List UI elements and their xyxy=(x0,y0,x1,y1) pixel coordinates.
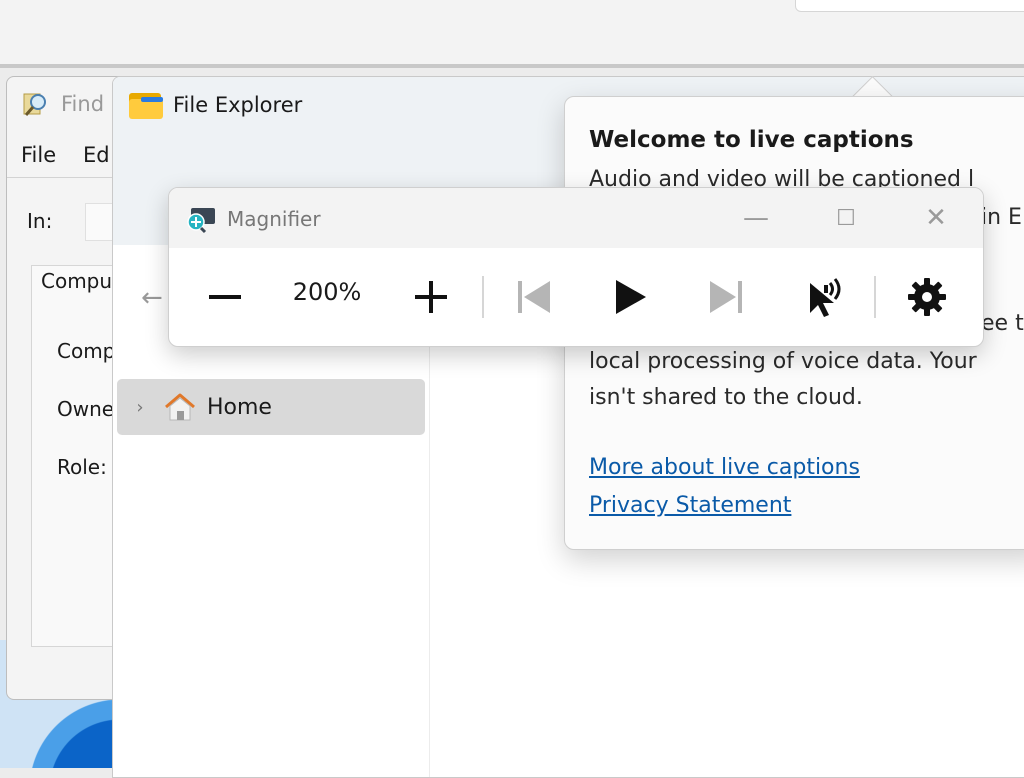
menu-edit[interactable]: Ed xyxy=(83,143,110,167)
flyout-text-line: ee t xyxy=(981,311,1024,336)
find-icon xyxy=(23,93,46,116)
home-icon xyxy=(165,393,195,421)
folder-icon xyxy=(129,91,163,119)
back-arrow-icon[interactable]: ← xyxy=(141,283,163,313)
captions-bar-panel xyxy=(795,0,1024,12)
magnifier-toolbar: 200% xyxy=(169,248,983,346)
toolbar-divider xyxy=(874,276,876,318)
privacy-statement-link[interactable]: Privacy Statement xyxy=(589,493,791,518)
toolbar-divider xyxy=(482,276,484,318)
flyout-text-line: local processing of voice data. Your xyxy=(589,349,977,374)
explorer-title: File Explorer xyxy=(173,93,303,117)
find-window-titlebar: Find xyxy=(21,89,104,119)
read-previous-button[interactable] xyxy=(506,270,562,324)
role-label: Role: xyxy=(57,455,107,479)
plus-icon xyxy=(415,281,447,313)
settings-button[interactable] xyxy=(899,270,955,324)
minus-icon xyxy=(209,295,241,299)
nav-item-home-label: Home xyxy=(207,394,272,420)
zoom-in-button[interactable] xyxy=(403,270,459,324)
live-captions-bar xyxy=(0,0,1024,68)
magnifier-window[interactable]: Magnifier — ☐ ✕ 200% xyxy=(168,187,984,347)
flyout-text-line: in E xyxy=(981,205,1022,230)
magnifier-titlebar: Magnifier — ☐ ✕ xyxy=(169,188,983,248)
magnifier-title: Magnifier xyxy=(227,207,321,231)
play-button[interactable] xyxy=(602,270,658,324)
zoom-out-button[interactable] xyxy=(197,270,253,324)
zoom-level: 200% xyxy=(292,278,362,306)
captions-bar-divider xyxy=(0,64,1024,68)
gear-icon xyxy=(908,278,946,316)
find-window-title: Find xyxy=(61,92,105,116)
skip-back-icon xyxy=(518,281,550,313)
flyout-text-line: isn't shared to the cloud. xyxy=(589,385,863,410)
nav-item-home[interactable]: › Home xyxy=(117,379,425,435)
chevron-right-icon[interactable]: › xyxy=(117,397,163,418)
minimize-button[interactable]: — xyxy=(731,196,781,240)
more-about-live-captions-link[interactable]: More about live captions xyxy=(589,455,860,480)
skip-forward-icon xyxy=(710,281,742,313)
read-from-here-button[interactable] xyxy=(796,270,852,324)
tab-computers[interactable]: Comput xyxy=(41,269,120,293)
read-next-button[interactable] xyxy=(698,270,754,324)
maximize-button[interactable]: ☐ xyxy=(821,196,871,240)
flyout-title: Welcome to live captions xyxy=(589,127,914,153)
play-icon xyxy=(616,280,646,314)
owner-label: Owne xyxy=(57,397,115,421)
find-in-label: In: xyxy=(27,209,53,233)
magnifier-icon xyxy=(187,208,215,234)
menu-file[interactable]: File xyxy=(21,143,56,167)
cursor-speaker-icon xyxy=(810,278,841,317)
computer-name-label: Comp xyxy=(57,339,116,363)
close-button[interactable]: ✕ xyxy=(911,196,961,240)
